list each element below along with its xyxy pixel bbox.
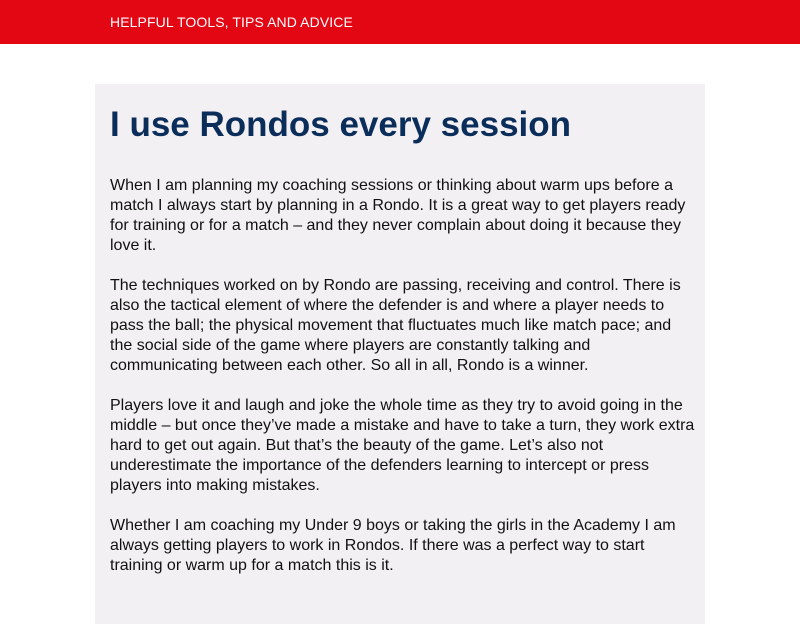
header-tagline: HELPFUL TOOLS, TIPS AND ADVICE xyxy=(110,14,353,30)
article-paragraph: The techniques worked on by Rondo are pa… xyxy=(110,277,681,374)
article-paragraph: When I am planning my coaching sessions … xyxy=(110,177,686,254)
article-panel: I use Rondos every session When I am pla… xyxy=(95,84,705,624)
article-title: I use Rondos every session xyxy=(110,105,572,144)
article-paragraph: Players love it and laugh and joke the w… xyxy=(110,397,695,494)
site-header-bar: HELPFUL TOOLS, TIPS AND ADVICE xyxy=(0,0,800,44)
article-body: When I am planning my coaching sessions … xyxy=(110,176,695,596)
article-paragraph: Whether I am coaching my Under 9 boys or… xyxy=(110,517,676,574)
